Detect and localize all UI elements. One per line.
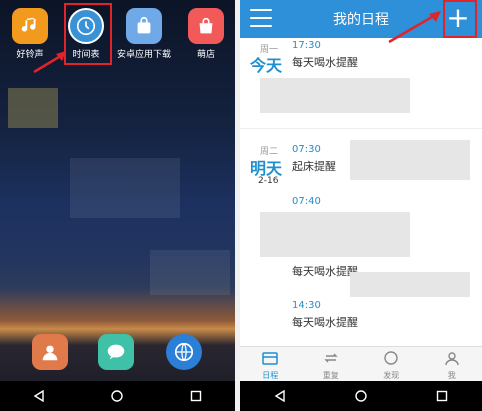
blurred-area [260,78,410,113]
blurred-area [350,272,470,297]
repeat-icon [324,353,338,363]
home-icon[interactable] [108,387,126,405]
divider [240,128,482,129]
blurred-area [150,250,230,295]
shop-bag-icon [188,8,224,44]
arrow-annotation-icon [33,51,66,74]
tab-repeat[interactable]: 重复 [301,347,362,381]
blurred-area [350,140,470,180]
entry-task[interactable]: 每天喝水提醒 [292,263,358,279]
recents-icon[interactable] [433,387,451,405]
person-icon [445,352,459,366]
tab-label: 发现 [383,371,400,380]
app-mengdian[interactable]: 萌店 [178,8,234,60]
app-label: 安卓应用下载 [116,50,171,60]
app-android-download[interactable]: 安卓应用下载 [116,8,172,60]
calendar-icon [262,352,278,365]
system-navbar [0,381,235,411]
dock-browser[interactable] [156,334,212,370]
tab-label: 日程 [262,371,279,380]
bottom-tab-bar: 日程 重复 发现 我 [240,346,482,381]
blurred-area [70,158,180,218]
music-note-icon [12,8,48,44]
schedule-screen: 我的日程 + 周一 今天 17:30 每天喝水提醒 周二 明天 2-16 07:… [240,0,482,411]
back-icon[interactable] [30,387,48,405]
compass-icon [384,351,398,365]
browser-globe-icon [166,334,202,370]
recents-icon[interactable] [187,387,205,405]
dock-messages[interactable] [88,334,144,370]
system-navbar [240,381,482,411]
tab-discover[interactable]: 发现 [361,347,422,381]
app-label: 萌店 [196,50,215,60]
dock-contacts[interactable] [22,334,78,370]
back-icon[interactable] [271,387,289,405]
arrow-annotation-icon [388,11,441,44]
home-screen: 好铃声 时间表 安卓应用下载 萌店 [0,0,235,411]
home-icon[interactable] [352,387,370,405]
tab-label: 重复 [322,371,339,380]
blurred-area [8,88,58,128]
entry-time: 14:30 [292,300,321,311]
message-icon [98,334,134,370]
entry-date: 2-16 [258,176,279,186]
entry-task[interactable]: 每天喝水提醒 [292,54,358,70]
entry-day-label: 今天 [250,56,283,75]
contacts-icon [32,334,68,370]
tab-schedule[interactable]: 日程 [240,347,301,381]
entry-task[interactable]: 每天喝水提醒 [292,314,358,330]
blurred-area [260,212,410,257]
highlight-frame [64,3,112,65]
tab-label: 我 [447,371,456,380]
entry-time: 07:30 [292,144,321,155]
shopping-bag-icon [126,8,162,44]
entry-task[interactable]: 起床提醒 [292,158,336,174]
entry-time: 17:30 [292,40,321,51]
entry-time: 07:40 [292,196,321,207]
tab-me[interactable]: 我 [422,347,482,381]
highlight-frame [443,0,477,38]
